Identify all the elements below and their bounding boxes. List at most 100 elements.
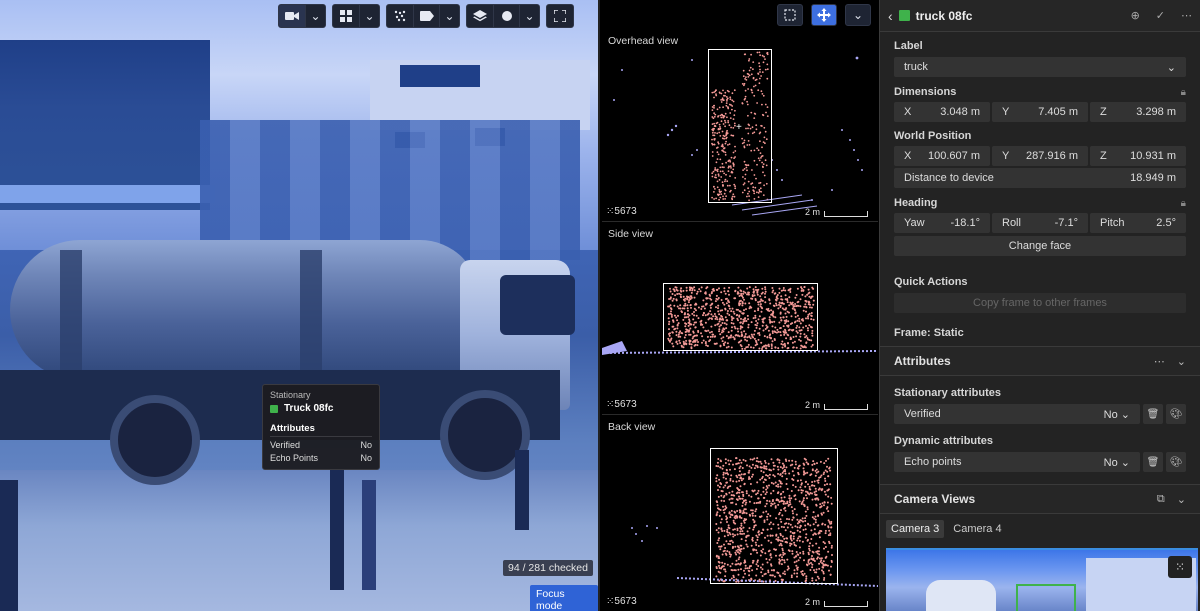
dimension-z-field[interactable]: Z 3.298 m (1090, 102, 1186, 122)
section-icons: ⧉ ⌄ (1157, 493, 1186, 506)
axis-label: Pitch (1100, 217, 1125, 229)
chevron-down-icon[interactable]: ⌄ (305, 5, 325, 27)
more-options-icon[interactable]: ⋯ (1181, 9, 1192, 22)
chevron-down-icon: ⌄ (1120, 456, 1130, 469)
video-camera-icon[interactable] (279, 5, 305, 27)
dimension-x-field[interactable]: X 3.048 m (894, 102, 990, 122)
palette-icon[interactable]: 🎨︎ (1166, 404, 1186, 424)
bollard (330, 470, 344, 590)
camera-views-section-header[interactable]: Camera Views ⧉ ⌄ (880, 484, 1200, 514)
position-z-field[interactable]: Z 10.931 m (1090, 146, 1186, 166)
dimensions-heading: Dimensions (894, 86, 957, 98)
move-icon[interactable] (811, 4, 837, 26)
side-view[interactable]: Side view ⁙5673 2 m (602, 223, 878, 415)
chevron-down-icon[interactable]: ⌄ (439, 5, 459, 27)
tab-camera-3[interactable]: Camera 3 (886, 520, 945, 538)
label-select[interactable]: truck ⌄ (894, 57, 1186, 77)
lock-icon[interactable]: 🔒︎ (1181, 198, 1186, 209)
tab-camera-4[interactable]: Camera 4 (948, 520, 1006, 538)
scale-label: 2 m (804, 597, 820, 607)
bounding-box[interactable] (663, 283, 818, 351)
attributes-heading: Attributes (894, 354, 951, 368)
camera-views-heading: Camera Views (894, 492, 976, 506)
distance-value: 18.949 m (1130, 172, 1176, 184)
point-cloud-icon[interactable]: ⁙ (1168, 556, 1192, 578)
bollard (0, 480, 18, 611)
pitch-field[interactable]: Pitch 2.5° (1090, 213, 1186, 233)
tooltip-object: Truck 08fc (270, 403, 372, 414)
object-inspector: ‹ truck 08fc ⊕ ✓ ⋯ Label truck ⌄ Dimensi… (879, 0, 1200, 611)
focus-mode-button[interactable]: Focus mode (530, 585, 598, 611)
chevron-down-icon[interactable]: ⌄ (359, 5, 379, 27)
camera-thumbnail[interactable]: ⁙ (886, 548, 1198, 611)
axis-value: -18.1° (950, 217, 980, 229)
verified-select[interactable]: Verified No ⌄ (894, 404, 1140, 424)
echo-points-attribute-row: Echo points No ⌄ 🗑︎ 🎨︎ (880, 452, 1200, 472)
heading-header: Heading 🔒︎ (880, 197, 1200, 209)
world-position-fields: X 100.607 m Y 287.916 m Z 10.931 m (880, 146, 1200, 166)
camera-view[interactable]: ⌄ ⌄ ⌄ ⌄ Stationary Truck 08fc Attributes… (0, 0, 598, 611)
heading-heading: Heading (894, 197, 938, 209)
box-select-icon[interactable] (777, 4, 803, 26)
change-face-button[interactable]: Change face (894, 236, 1186, 256)
trash-icon[interactable]: 🗑︎ (1143, 452, 1163, 472)
tooltip-row: Echo Points No (270, 453, 372, 463)
point-cloud-pane[interactable]: ⌄ Overhead view + ⁙5673 2 m Side view ⁙5… (598, 0, 879, 611)
chevron-down-icon[interactable]: ⌄ (1177, 493, 1186, 506)
target-icon[interactable]: ⊕ (1131, 9, 1140, 22)
chevron-down-icon[interactable]: ⌄ (845, 4, 871, 26)
scale-bar (824, 211, 868, 217)
object-color-swatch (898, 10, 910, 21)
camera-toolbar: ⌄ ⌄ ⌄ ⌄ (278, 4, 580, 28)
yaw-field[interactable]: Yaw -18.1° (894, 213, 990, 233)
copy-frame-button[interactable]: Copy frame to other frames (894, 293, 1186, 313)
box-center-marker: + (736, 122, 742, 133)
label-heading: Label (894, 40, 923, 52)
truck-wheel (110, 395, 200, 485)
checkmark-icon[interactable]: ✓ (1156, 9, 1165, 22)
point-count: ⁙5673 (606, 596, 637, 607)
layers-icon[interactable] (467, 5, 493, 27)
frame-status: Frame: Static (894, 327, 964, 339)
dynamic-attributes-heading: Dynamic attributes (894, 435, 994, 447)
echo-points-select[interactable]: Echo points No ⌄ (894, 452, 1140, 472)
axis-value: 2.5° (1156, 217, 1176, 229)
label-tag-icon[interactable] (413, 5, 439, 27)
position-x-field[interactable]: X 100.607 m (894, 146, 990, 166)
more-options-icon[interactable]: ⋯ (1154, 355, 1165, 368)
dimension-y-field[interactable]: Y 7.405 m (992, 102, 1088, 122)
back-arrow-icon[interactable]: ‹ (888, 8, 893, 24)
verified-attribute-row: Verified No ⌄ 🗑︎ 🎨︎ (880, 404, 1200, 424)
chevron-down-icon[interactable]: ⌄ (1177, 355, 1186, 368)
layout-controls: ⌄ (332, 4, 380, 28)
scale-bar (824, 404, 868, 410)
circle-icon[interactable] (493, 5, 519, 27)
palette-icon[interactable]: 🎨︎ (1166, 452, 1186, 472)
point-count: ⁙5673 (606, 206, 637, 217)
overhead-view[interactable]: Overhead view + ⁙5673 2 m (602, 30, 878, 222)
scale-indicator: 2 m (805, 207, 868, 217)
external-link-icon[interactable]: ⧉ (1157, 493, 1165, 506)
axis-label: X (904, 150, 912, 162)
position-y-field[interactable]: Y 287.916 m (992, 146, 1088, 166)
attributes-section-header[interactable]: Attributes ⋯ ⌄ (880, 346, 1200, 376)
world-position-heading: World Position (894, 130, 972, 142)
dimensions-fields: X 3.048 m Y 7.405 m Z 3.298 m (880, 102, 1200, 122)
quick-actions-heading: Quick Actions (894, 276, 968, 288)
bounding-box[interactable] (710, 448, 838, 584)
bollard (515, 450, 529, 530)
trash-icon[interactable]: 🗑︎ (1143, 404, 1163, 424)
checked-counter: 94 / 281 checked (503, 560, 593, 576)
object-color-swatch (270, 404, 278, 413)
chevron-down-icon[interactable]: ⌄ (519, 5, 539, 27)
point-cloud-icon[interactable] (387, 5, 413, 27)
tooltip-row: Verified No (270, 440, 372, 450)
grid-layout-icon[interactable] (333, 5, 359, 27)
back-view[interactable]: Back view ⁙5673 2 m (602, 416, 878, 611)
bollard (362, 480, 376, 590)
video-controls: ⌄ (278, 4, 326, 28)
lock-icon[interactable]: 🔒︎ (1181, 87, 1186, 98)
fullscreen-icon[interactable] (547, 5, 573, 27)
tanker-band (300, 250, 322, 375)
roll-field[interactable]: Roll -7.1° (992, 213, 1088, 233)
